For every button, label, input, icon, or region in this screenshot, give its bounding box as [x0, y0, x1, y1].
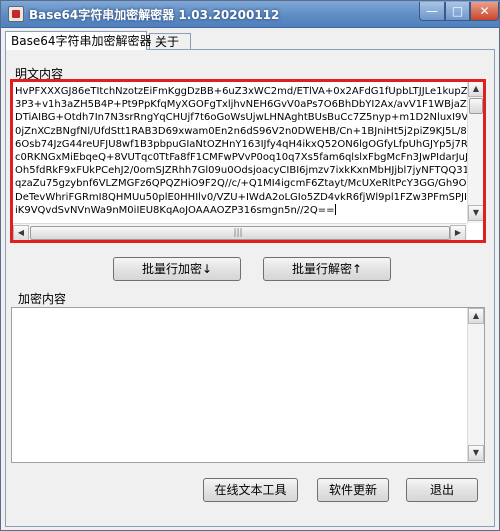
window-title: Base64字符串加密解密器 1.03.20200112: [29, 8, 280, 22]
software-update-button[interactable]: 软件更新: [317, 478, 389, 502]
plaintext-line: Oh5fdRkF9xFUkPCehJ2/0omSJZRhh7Gl09u0Odsj…: [15, 165, 467, 177]
close-button[interactable]: ✕: [470, 2, 499, 21]
plaintext-line: qzaZu75gzybnf6VLZMGFz6QPQZHiO9F2Q//c/+Q1…: [15, 178, 467, 190]
scroll-up-arrow-icon[interactable]: ▲: [468, 308, 484, 324]
plaintext-input[interactable]: HvPFXXXGJ86eTItchNzotzEiFmKggDzBB+6uZ3xW…: [11, 80, 485, 242]
plaintext-vertical-scrollbar[interactable]: ▲ ▼: [467, 81, 484, 223]
scroll-right-arrow-icon[interactable]: ▶: [450, 225, 466, 241]
minimize-button[interactable]: —: [419, 2, 445, 21]
batch-decrypt-button[interactable]: 批量行解密↑: [263, 257, 391, 281]
scroll-down-arrow-icon[interactable]: ▼: [468, 205, 484, 221]
scroll-left-arrow-icon[interactable]: ◀: [13, 225, 29, 241]
ciphertext-vertical-scrollbar[interactable]: ▲ ▼: [467, 308, 484, 462]
plaintext-line: HvPFXXXGJ86eTItchNzotzEiFmKggDzBB+6uZ3xW…: [15, 86, 467, 97]
ciphertext-input[interactable]: ▲ ▼: [11, 307, 485, 463]
scroll-up-arrow-icon[interactable]: ▲: [468, 81, 484, 97]
ciphertext-content: [15, 311, 465, 451]
app-icon: [8, 6, 24, 22]
tab-base64-encoder[interactable]: Base64字符串加密解密器: [5, 31, 152, 50]
plaintext-line: 3P3+v1h3aZH5B4P+Pt9PpKfqMyXGOFgTxljhvNEH…: [15, 99, 467, 111]
online-text-tools-button[interactable]: 在线文本工具: [203, 478, 298, 502]
ciphertext-label: 加密内容: [18, 292, 67, 306]
plaintext-line-last: iK9VQvdSvNVnWa9nM0iIEU8KqAoJOAAAOZP316sm…: [15, 203, 467, 217]
text-caret: [334, 203, 336, 215]
plaintext-content[interactable]: HvPFXXXGJ86eTItchNzotzEiFmKggDzBB+6uZ3xW…: [15, 85, 467, 223]
maximize-button[interactable]: □: [445, 2, 470, 21]
app-window: Base64字符串加密解密器 1.03.20200112 — □ ✕ Base6…: [0, 0, 500, 531]
tab-about[interactable]: 关于: [149, 33, 191, 50]
plaintext-line: DTiAIBG+Otdh7In7N3srRngYqCHUjf7t6oGoWsUj…: [15, 112, 467, 124]
plaintext-line: c0RKNGxMiEbqeQ+8VUTqc0TtFa8fF1CMFwPVvP0o…: [15, 152, 467, 164]
horizontal-scroll-thumb[interactable]: |||: [30, 226, 450, 240]
scroll-grip-icon: |||: [233, 228, 243, 238]
exit-button[interactable]: 退出: [406, 478, 478, 502]
plaintext-line: DeTevWhriFGRmI8QHMUu50plE0HHIlv0/VZU+IWd…: [15, 191, 467, 203]
batch-encrypt-button[interactable]: 批量行加密↓: [113, 257, 241, 281]
scroll-down-arrow-icon[interactable]: ▼: [468, 445, 484, 461]
title-bar[interactable]: Base64字符串加密解密器 1.03.20200112 — □ ✕: [1, 1, 499, 28]
plaintext-line: 0jZnXCzBNgfNl/UfdStt1RAB3D69xwam0En2n6dS…: [15, 125, 467, 137]
plaintext-horizontal-scrollbar[interactable]: ◀ ||| ▶: [12, 223, 467, 241]
plaintext-line: 6Osb74JzG44reUFJU8wf1B3pbpuGIaNtOZHnY163…: [15, 138, 467, 150]
plaintext-line: iK9VQvdSvNVnWa9nM0iIEU8KqAoJOAAAOZP316sm…: [15, 204, 335, 216]
vertical-scroll-thumb[interactable]: [469, 98, 483, 114]
